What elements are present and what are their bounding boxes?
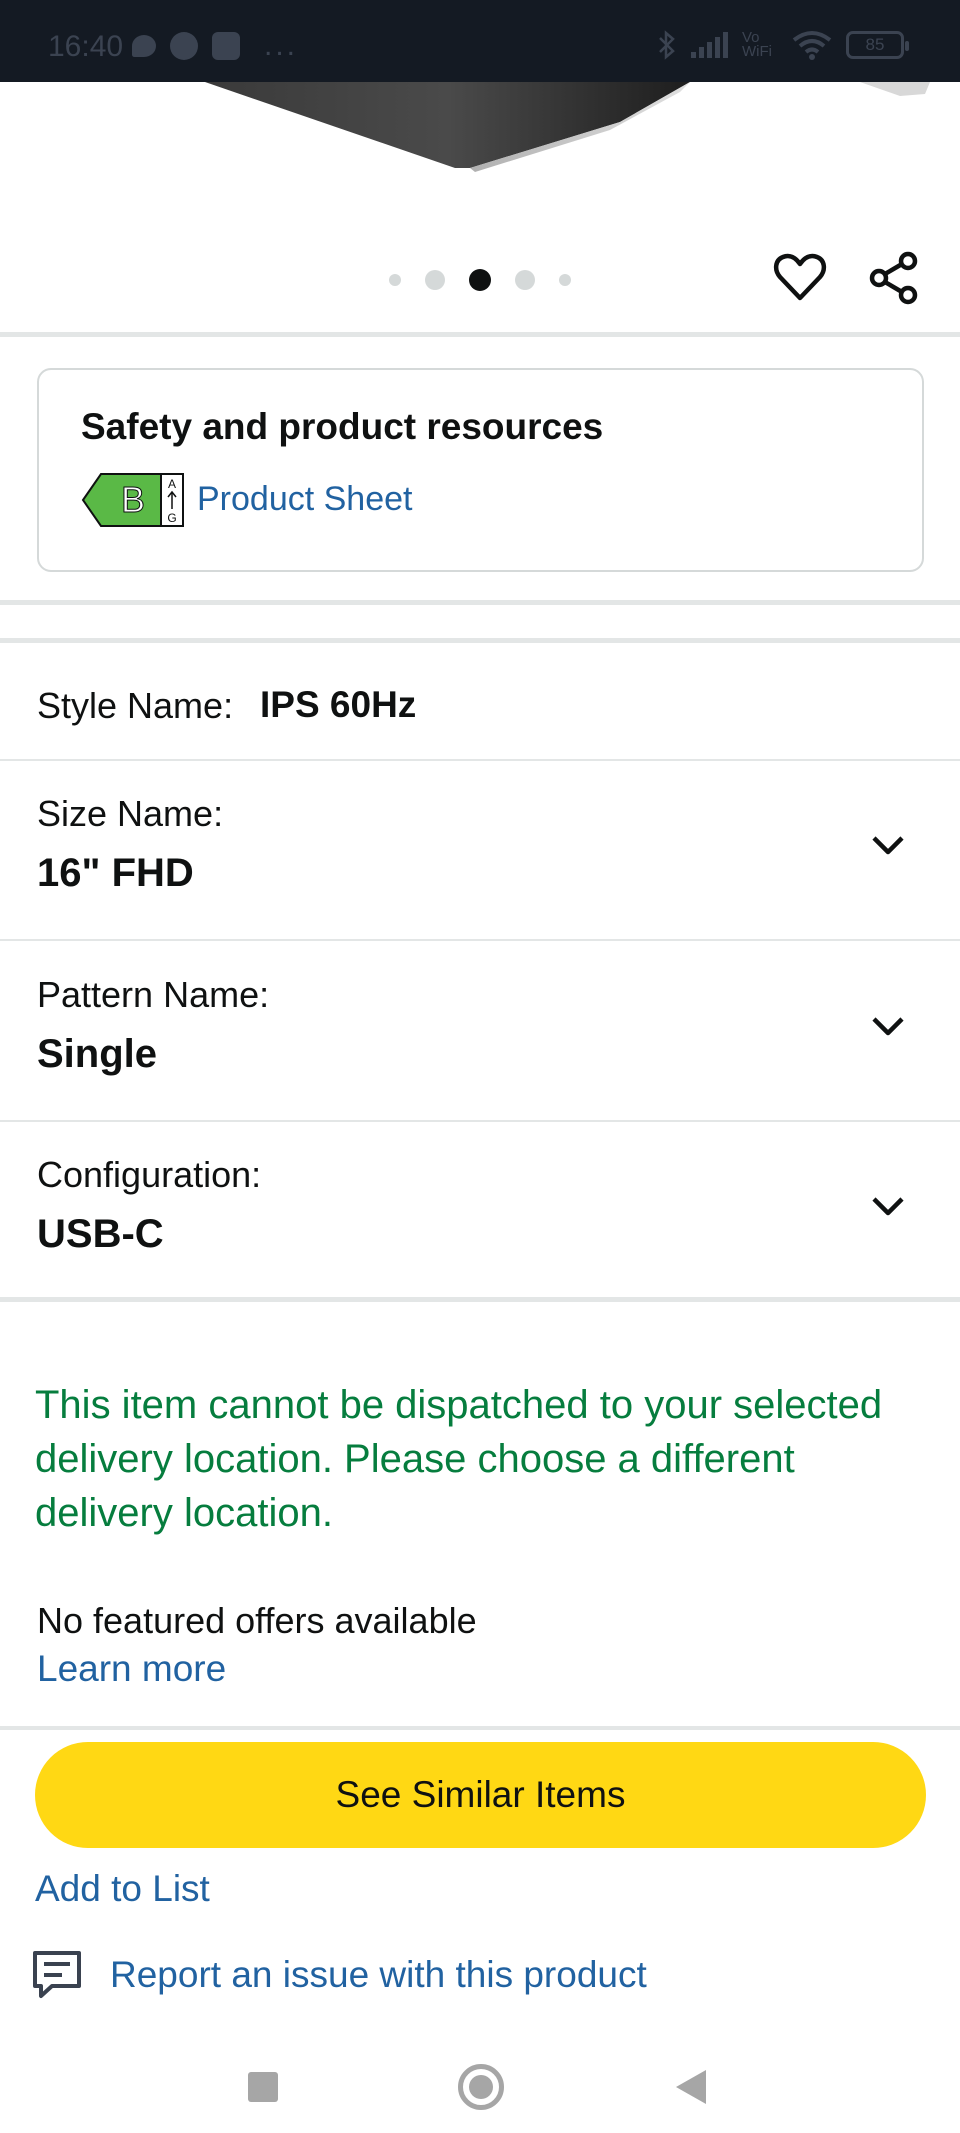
share-icon[interactable] <box>866 250 922 306</box>
safety-title: Safety and product resources <box>81 406 604 447</box>
carousel-dot[interactable] <box>389 274 401 286</box>
app-icon <box>212 32 240 60</box>
pattern-name-value: Single <box>37 1032 158 1076</box>
carousel-dot[interactable] <box>515 270 535 290</box>
no-offers-text: No featured offers available <box>37 1600 477 1641</box>
add-to-list-link[interactable]: Add to List <box>35 1868 210 1910</box>
style-name-row: Style Name: IPS 60Hz <box>0 643 960 761</box>
energy-scale-bottom: G <box>167 511 176 525</box>
chevron-down-icon[interactable] <box>868 1006 908 1046</box>
monitor-stand-image <box>205 82 930 172</box>
back-icon[interactable] <box>676 2070 706 2104</box>
facebook-icon <box>170 32 198 60</box>
status-bar: 16:40 ... Vo WiFi 85 <box>0 0 960 82</box>
report-issue-icon[interactable] <box>32 1950 84 2000</box>
status-time: 16:40 <box>48 30 124 63</box>
section-divider <box>0 332 960 337</box>
pattern-name-label: Pattern Name: <box>37 974 270 1015</box>
safety-resources-card: Safety and product resources B A G Produ… <box>37 368 924 572</box>
vowifi-indicator: Vo WiFi <box>742 29 772 60</box>
carousel-dot-active[interactable] <box>469 269 491 291</box>
configuration-value: USB-C <box>37 1212 164 1256</box>
energy-label-icon[interactable]: B A G <box>81 472 185 528</box>
energy-scale-top: A <box>168 477 176 491</box>
android-navigation-bar <box>0 2030 960 2133</box>
product-sheet-link[interactable]: Product Sheet <box>197 480 412 519</box>
report-issue-link[interactable]: Report an issue with this product <box>110 1954 647 1996</box>
configuration-row[interactable]: Configuration: USB-C <box>0 1122 960 1302</box>
more-notifications-icon: ... <box>264 29 299 62</box>
section-divider <box>0 1726 960 1730</box>
style-name-label: Style Name: <box>37 685 234 726</box>
chevron-down-icon[interactable] <box>868 825 908 865</box>
chevron-down-icon[interactable] <box>868 1186 908 1226</box>
size-name-value: 16" FHD <box>37 851 194 895</box>
notification-icons: ... <box>132 29 299 62</box>
carousel-dot[interactable] <box>425 270 445 290</box>
recent-apps-icon[interactable] <box>248 2072 278 2102</box>
heart-icon[interactable] <box>772 250 828 306</box>
bluetooth-icon <box>659 30 675 60</box>
battery-icon: 85 <box>846 31 909 59</box>
section-divider <box>0 600 960 605</box>
home-icon[interactable] <box>458 2064 504 2110</box>
energy-class-text: B <box>121 479 145 520</box>
pattern-name-row[interactable]: Pattern Name: Single <box>0 941 960 1122</box>
system-icons: Vo WiFi 85 <box>657 29 909 60</box>
chat-bubble-icon <box>132 35 156 57</box>
delivery-unavailable-message: This item cannot be dispatched to your s… <box>35 1383 883 1535</box>
configuration-label: Configuration: <box>37 1154 262 1195</box>
carousel-dot[interactable] <box>559 274 571 286</box>
size-name-label: Size Name: <box>37 793 224 834</box>
size-name-row[interactable]: Size Name: 16" FHD <box>0 761 960 941</box>
style-name-value: IPS 60Hz <box>260 684 417 725</box>
signal-icon <box>691 32 728 58</box>
see-similar-items-button[interactable]: See Similar Items <box>35 1742 926 1848</box>
wifi-icon <box>792 31 832 60</box>
learn-more-link[interactable]: Learn more <box>37 1648 226 1690</box>
